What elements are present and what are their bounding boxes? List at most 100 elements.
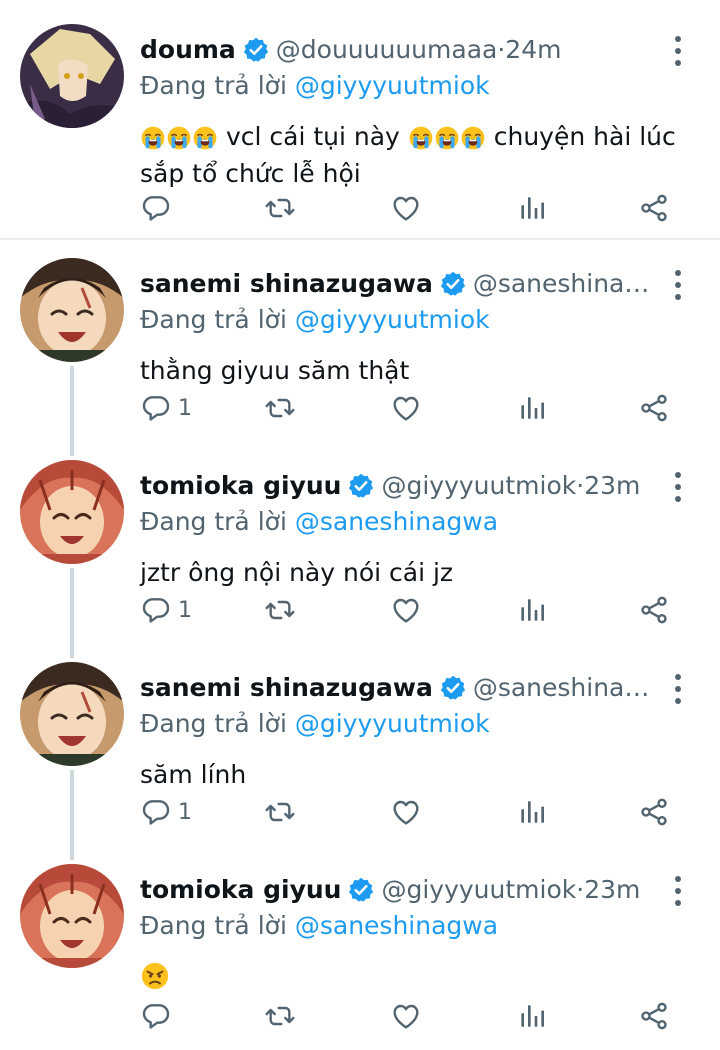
share-button[interactable] [638,590,670,630]
tweet[interactable]: tomioka giyuu @giyyyuutmiok · 23m Đang t… [0,460,720,640]
separator: · [576,471,585,500]
reply-count: 1 [178,395,192,421]
timestamp[interactable]: 24m [505,32,561,68]
mention-link[interactable]: @giyyyuutmiok [295,71,490,100]
retweet-icon [264,796,296,828]
stats-button[interactable] [516,792,548,832]
tweet-header: douma @douuuuuumaaa · 24m [140,32,650,68]
tweet[interactable]: sanemi shinazugawa @saneshinagw... Đang … [0,258,720,438]
reply-button[interactable]: 1 [140,388,192,428]
more-icon[interactable] [672,674,684,704]
avatar[interactable] [20,460,124,564]
display-name[interactable]: sanemi shinazugawa [140,266,433,302]
tweet-text [140,958,690,995]
share-button[interactable] [638,996,670,1036]
mention-link[interactable]: @giyyyuutmiok [295,305,490,334]
retweet-button[interactable] [264,188,296,228]
avatar[interactable] [20,258,124,362]
avatar[interactable] [20,864,124,968]
reply-button[interactable]: 1 [140,792,192,832]
tweet[interactable]: tomioka giyuu @giyyyuutmiok · 23m Đang t… [0,864,720,1050]
reply-prefix: Đang trả lời [140,911,295,940]
retweet-icon [264,594,296,626]
like-button[interactable] [390,188,422,228]
reply-prefix: Đang trả lời [140,709,295,738]
retweet-button[interactable] [264,996,296,1036]
tweet-header: tomioka giyuu @giyyyuutmiok · 23m [140,468,650,504]
user-handle[interactable]: @douuuuuumaaa [276,32,498,68]
display-name[interactable]: tomioka giyuu [140,872,341,908]
reply-context: Đang trả lời @saneshinagwa [140,504,498,540]
verified-badge-icon [439,674,467,702]
share-button[interactable] [638,388,670,428]
loudly-crying-face-emoji [192,125,218,151]
like-button[interactable] [390,388,422,428]
stats-button[interactable] [516,996,548,1036]
like-button[interactable] [390,792,422,832]
more-icon[interactable] [672,472,684,502]
display-name[interactable]: tomioka giyuu [140,468,341,504]
tweet[interactable]: douma @douuuuuumaaa · 24m Đang trả lời @… [0,24,720,234]
user-handle[interactable]: @giyyyuutmiok [381,468,576,504]
user-handle[interactable]: @giyyyuutmiok [381,872,576,908]
share-icon [638,1000,670,1032]
mention-link[interactable]: @saneshinagwa [295,507,498,536]
more-icon[interactable] [672,270,684,300]
stats-icon [516,192,548,224]
user-handle[interactable]: @saneshinagw... [473,266,650,302]
heart-icon [390,192,422,224]
more-icon[interactable] [672,876,684,906]
heart-icon [390,392,422,424]
avatar[interactable] [20,24,124,128]
tweet-text: vcl cái tụi này chuyện hài lúc sắp tổ ch… [140,118,690,192]
like-button[interactable] [390,996,422,1036]
action-bar: 1 [140,792,680,832]
tweet-text: jztr ông nội này nói cái jz [140,558,454,587]
heart-icon [390,594,422,626]
reply-context: Đang trả lời @giyyyuutmiok [140,706,490,742]
action-bar [140,996,680,1036]
action-bar: 1 [140,388,680,428]
stats-button[interactable] [516,388,548,428]
retweet-icon [264,392,296,424]
stats-icon [516,1000,548,1032]
reply-count: 1 [178,799,192,825]
heart-icon [390,796,422,828]
share-button[interactable] [638,188,670,228]
like-button[interactable] [390,590,422,630]
share-icon [638,796,670,828]
tweet[interactable]: sanemi shinazugawa @saneshinagw... Đang … [0,662,720,842]
display-name[interactable]: douma [140,32,236,68]
reply-icon [140,594,172,626]
retweet-button[interactable] [264,792,296,832]
loudly-crying-face-emoji [166,125,192,151]
reply-icon [140,192,172,224]
reply-context: Đang trả lời @giyyyuutmiok [140,302,490,338]
mention-link[interactable]: @giyyyuutmiok [295,709,490,738]
reply-button[interactable] [140,996,178,1036]
timestamp[interactable]: 23m [584,468,640,504]
reply-count: 1 [178,597,192,623]
verified-badge-icon [347,876,375,904]
reply-icon [140,796,172,828]
retweet-icon [264,192,296,224]
reply-context: Đang trả lời @saneshinagwa [140,908,498,944]
user-handle[interactable]: @saneshinagw... [473,670,650,706]
reply-button[interactable]: 1 [140,590,192,630]
tweet-header: tomioka giyuu @giyyyuutmiok · 23m [140,872,650,908]
share-icon [638,392,670,424]
retweet-button[interactable] [264,388,296,428]
share-icon [638,594,670,626]
retweet-button[interactable] [264,590,296,630]
avatar[interactable] [20,662,124,766]
mention-link[interactable]: @saneshinagwa [295,911,498,940]
share-button[interactable] [638,792,670,832]
display-name[interactable]: sanemi shinazugawa [140,670,433,706]
stats-button[interactable] [516,590,548,630]
reply-icon [140,392,172,424]
timestamp[interactable]: 23m [584,872,640,908]
tweet-divider [0,238,720,240]
more-icon[interactable] [672,36,684,66]
reply-button[interactable] [140,188,178,228]
stats-button[interactable] [516,188,548,228]
